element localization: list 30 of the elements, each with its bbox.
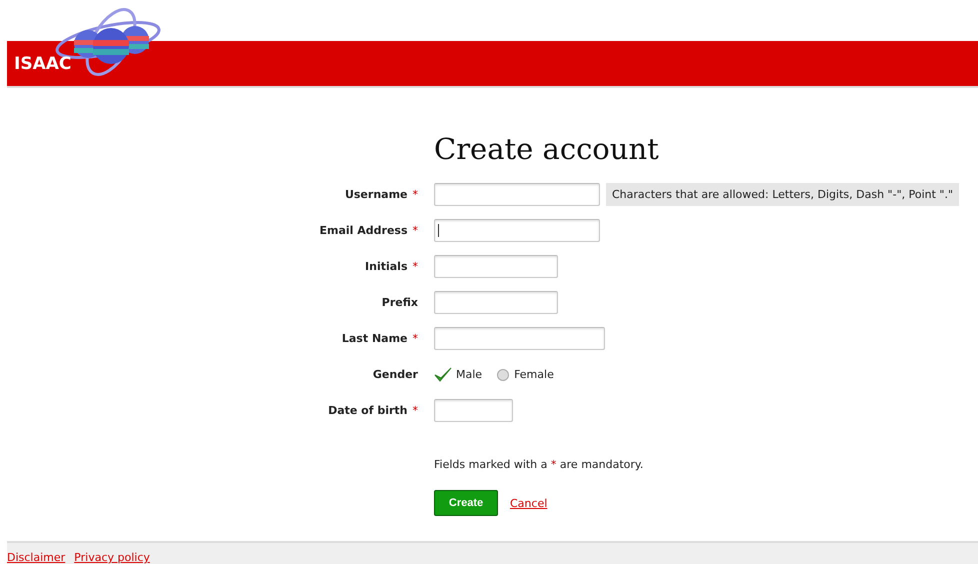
field-label: Last Name (342, 332, 408, 345)
cancel-link[interactable]: Cancel (510, 496, 548, 510)
input-field[interactable] (434, 219, 600, 242)
footer-link[interactable]: Privacy policy (74, 551, 150, 564)
option-label[interactable]: Male (456, 368, 482, 381)
required-mark: * (412, 404, 418, 417)
input-field[interactable] (434, 255, 558, 278)
create-button[interactable]: Create (434, 490, 498, 516)
required-mark: * (412, 260, 418, 273)
input-field[interactable] (434, 291, 558, 314)
input-field[interactable] (434, 183, 600, 206)
field-label: Date of birth (328, 404, 408, 417)
field-label: Gender (372, 368, 418, 381)
checkmark-icon[interactable] (434, 366, 452, 383)
input-field[interactable] (434, 399, 513, 422)
option-label[interactable]: Female (514, 368, 554, 381)
required-mark: * (412, 224, 418, 237)
required-mark: * (412, 188, 418, 201)
mandatory-note: Fields marked with a * are mandatory. (434, 458, 644, 471)
field-label: Username (344, 188, 408, 201)
input-field[interactable] (434, 327, 605, 350)
field-label: Email Address (319, 224, 408, 237)
required-mark: * (412, 332, 418, 345)
field-label: Initials (365, 260, 408, 273)
field-label: Prefix (382, 296, 418, 309)
footer-link[interactable]: Disclaimer (7, 551, 66, 564)
site-name: ISAAC (14, 54, 72, 74)
page-title: Create account (434, 132, 660, 166)
hint-text: Characters that are allowed: Letters, Digits, Dash "-", Point "." (606, 183, 960, 206)
radio-icon[interactable] (496, 368, 510, 382)
